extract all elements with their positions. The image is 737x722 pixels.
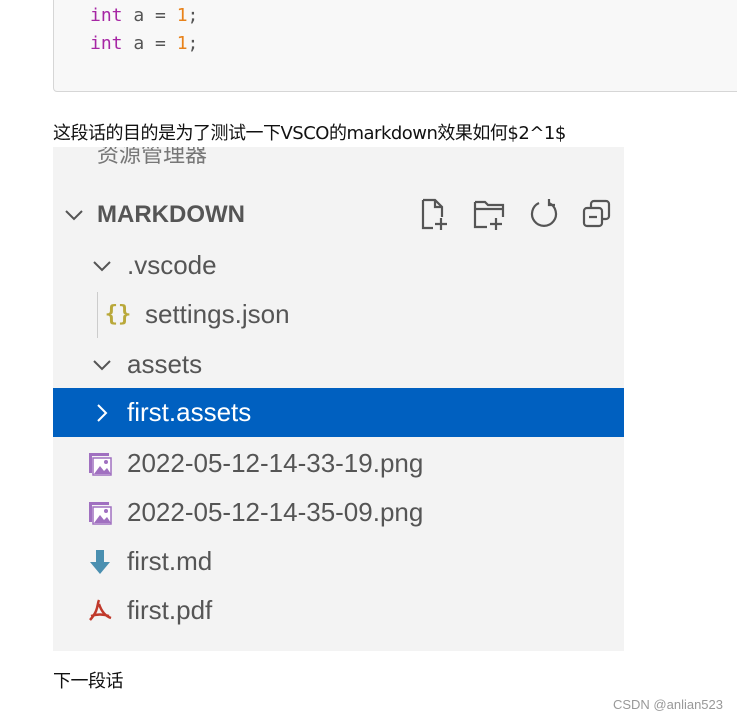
tree-item-settings-json[interactable]: {} settings.json <box>53 290 624 339</box>
section-title: MARKDOWN <box>97 200 245 228</box>
keyword: int <box>90 33 123 54</box>
code-block: int a = 1; int a = 1; <box>53 0 737 92</box>
item-label: 2022-05-12-14-35-09.png <box>127 497 424 527</box>
watermark: CSDN @anlian523 <box>612 697 723 712</box>
chevron-down-icon <box>65 209 83 220</box>
item-label: first.md <box>127 546 213 576</box>
new-file-icon[interactable] <box>419 198 453 232</box>
image-icon <box>89 501 112 525</box>
paragraph: 这段话的目的是为了测试一下VSCO的markdown效果如何$2^1$ <box>53 123 566 144</box>
new-folder-icon[interactable] <box>473 198 507 232</box>
code-line: int a = 1; <box>90 33 198 54</box>
tree-item-png-2[interactable]: 2022-05-12-14-35-09.png <box>53 488 624 537</box>
keyword: int <box>90 5 123 26</box>
tree-item-vscode[interactable]: .vscode <box>53 241 624 290</box>
item-label: .vscode <box>127 250 217 280</box>
code-line: int a = 1; <box>90 5 198 26</box>
explorer-header: 资源管理器 <box>97 147 208 168</box>
code-text: a = <box>122 33 177 54</box>
code-text: a = <box>122 5 177 26</box>
more-icon[interactable]: ··· <box>561 147 586 158</box>
json-icon: {} <box>104 302 132 327</box>
item-label: assets <box>127 349 203 379</box>
indent-guide <box>97 292 98 338</box>
chevron-down-icon <box>93 260 111 271</box>
chevron-down-icon <box>93 359 111 370</box>
tree-item-first-md[interactable]: first.md <box>53 537 624 586</box>
item-label: first.pdf <box>127 595 213 625</box>
item-label: 2022-05-12-14-33-19.png <box>127 448 424 478</box>
image-icon <box>89 452 112 476</box>
number: 1 <box>176 5 188 26</box>
markdown-icon <box>90 549 110 574</box>
refresh-icon[interactable] <box>527 198 561 232</box>
section-markdown[interactable]: MARKDOWN <box>53 190 624 239</box>
number: 1 <box>176 33 188 54</box>
code-text: ; <box>187 33 199 54</box>
pdf-icon <box>89 598 112 621</box>
tree-item-png-1[interactable]: 2022-05-12-14-33-19.png <box>53 439 624 488</box>
explorer-screenshot: 资源管理器 ··· MARKDOWN .vscode {} settings.j… <box>53 147 624 651</box>
collapse-all-icon[interactable] <box>581 198 615 232</box>
code-text: ; <box>187 5 199 26</box>
item-label: settings.json <box>145 299 290 329</box>
paragraph: 下一段话 <box>53 671 124 692</box>
tree-item-assets[interactable]: assets <box>53 340 624 389</box>
tree-item-first-assets[interactable]: first.assets <box>53 388 624 437</box>
chevron-right-icon <box>97 403 108 422</box>
tree-item-first-pdf[interactable]: first.pdf <box>53 586 624 635</box>
item-label: first.assets <box>127 397 252 427</box>
